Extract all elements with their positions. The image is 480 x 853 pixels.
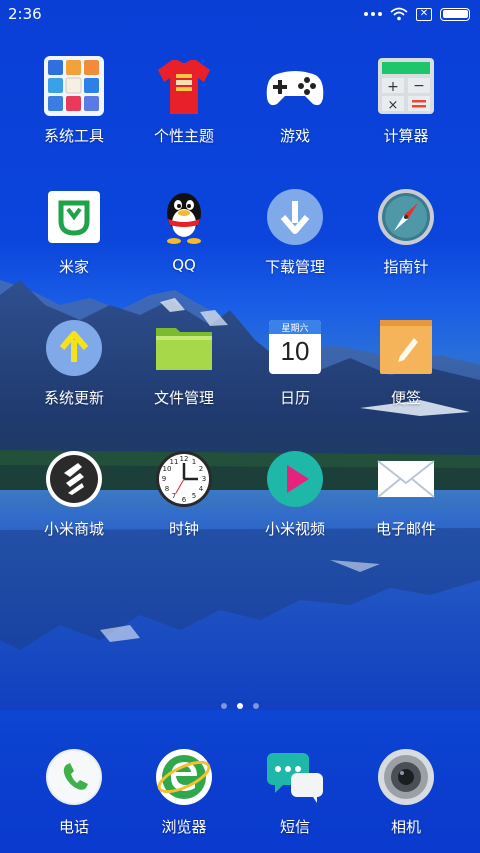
app-games[interactable]: 游戏 bbox=[239, 56, 351, 146]
page-dot-1[interactable] bbox=[221, 703, 227, 709]
app-download-manager[interactable]: 下载管理 bbox=[239, 187, 351, 277]
messages-icon bbox=[265, 747, 325, 807]
update-arrow-icon bbox=[44, 318, 104, 378]
theme-tshirt-icon bbox=[154, 56, 214, 116]
dock-browser[interactable]: 浏览器 bbox=[128, 747, 240, 837]
svg-text:×: × bbox=[388, 98, 399, 113]
download-arrow-icon bbox=[265, 187, 325, 247]
app-mi-store[interactable]: 小米商城 bbox=[18, 449, 130, 539]
svg-text:11: 11 bbox=[170, 458, 179, 466]
gamepad-icon bbox=[265, 56, 325, 116]
app-mijia[interactable]: 米家 bbox=[18, 187, 130, 277]
app-qq[interactable]: QQ bbox=[128, 187, 240, 274]
clock-icon: 12 1 2 345 678 9 10 11 bbox=[154, 449, 214, 509]
calculator-icon: + − × bbox=[376, 56, 436, 116]
status-time: 2:36 bbox=[8, 5, 42, 23]
mijia-icon bbox=[44, 187, 104, 247]
svg-text:1: 1 bbox=[192, 458, 196, 466]
calendar-day: 10 bbox=[280, 336, 310, 366]
page-dot-2[interactable] bbox=[237, 703, 243, 709]
calendar-icon: 星期六 10 bbox=[265, 318, 325, 378]
status-bar: 2:36 ✕ bbox=[0, 0, 480, 28]
svg-text:4: 4 bbox=[199, 485, 204, 493]
compass-icon bbox=[376, 187, 436, 247]
app-system-tools[interactable]: 系统工具 bbox=[18, 56, 130, 146]
phone-icon bbox=[44, 747, 104, 807]
app-mi-video[interactable]: 小米视频 bbox=[239, 449, 351, 539]
browser-icon bbox=[154, 747, 214, 807]
app-themes[interactable]: 个性主题 bbox=[128, 56, 240, 146]
app-system-update[interactable]: 系统更新 bbox=[18, 318, 130, 408]
wifi-icon bbox=[390, 7, 408, 21]
app-file-manager[interactable]: 文件管理 bbox=[128, 318, 240, 408]
mail-envelope-icon bbox=[376, 449, 436, 509]
dock-messages[interactable]: 短信 bbox=[239, 747, 351, 837]
mi-store-icon bbox=[44, 449, 104, 509]
dock-phone[interactable]: 电话 bbox=[18, 747, 130, 837]
folder-icon bbox=[154, 318, 214, 378]
more-dots-icon bbox=[364, 12, 382, 16]
svg-text:8: 8 bbox=[165, 485, 169, 493]
app-clock[interactable]: 12 1 2 345 678 9 10 11 时钟 bbox=[128, 449, 240, 539]
battery-icon bbox=[440, 7, 470, 21]
svg-text:10: 10 bbox=[163, 465, 172, 473]
dock-camera[interactable]: 相机 bbox=[350, 747, 462, 837]
svg-text:5: 5 bbox=[192, 492, 196, 500]
notes-icon bbox=[376, 318, 436, 378]
camera-icon bbox=[376, 747, 436, 807]
page-indicator[interactable] bbox=[0, 703, 480, 709]
svg-text:2: 2 bbox=[199, 465, 203, 473]
system-tools-folder-icon bbox=[44, 56, 104, 116]
svg-text:12: 12 bbox=[180, 455, 189, 463]
app-calendar[interactable]: 星期六 10 日历 bbox=[239, 318, 351, 408]
no-sim-icon: ✕ bbox=[416, 7, 432, 21]
svg-text:6: 6 bbox=[182, 496, 187, 504]
calendar-weekday: 星期六 bbox=[281, 324, 309, 334]
svg-text:3: 3 bbox=[202, 475, 206, 483]
svg-text:7: 7 bbox=[172, 492, 176, 500]
app-compass[interactable]: 指南针 bbox=[350, 187, 462, 277]
app-email[interactable]: 电子邮件 bbox=[350, 449, 462, 539]
svg-text:9: 9 bbox=[162, 475, 166, 483]
svg-text:−: − bbox=[413, 78, 425, 94]
video-play-icon bbox=[265, 449, 325, 509]
app-calculator[interactable]: + − × 计算器 bbox=[350, 56, 462, 146]
qq-penguin-icon bbox=[154, 187, 214, 247]
app-notes[interactable]: 便签 bbox=[350, 318, 462, 408]
status-icons: ✕ bbox=[364, 7, 470, 21]
svg-text:+: + bbox=[387, 79, 399, 95]
wallpaper-lake-reflection bbox=[0, 528, 480, 650]
page-dot-3[interactable] bbox=[253, 703, 259, 709]
